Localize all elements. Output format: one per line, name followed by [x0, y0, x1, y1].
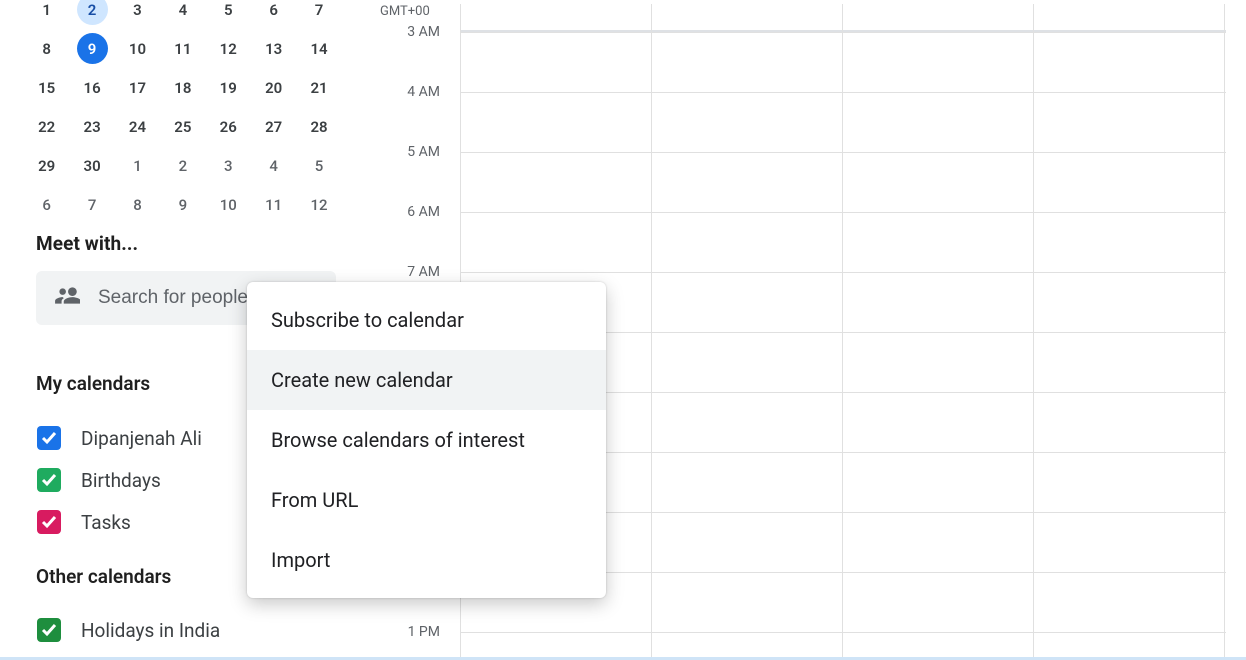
mini-cal-day[interactable]: 12	[296, 185, 341, 224]
mini-cal-day[interactable]: 7	[296, 0, 341, 29]
mini-cal-day[interactable]: 5	[296, 146, 341, 185]
mini-cal-day[interactable]: 17	[115, 68, 160, 107]
mini-calendar[interactable]: 1234567891011121314151617181920212223242…	[24, 0, 342, 224]
mini-cal-day[interactable]: 4	[160, 0, 205, 29]
mini-cal-day[interactable]: 24	[115, 107, 160, 146]
mini-cal-day[interactable]: 30	[69, 146, 114, 185]
day-separator	[651, 4, 652, 660]
mini-cal-day[interactable]: 19	[206, 68, 251, 107]
mini-cal-day[interactable]: 16	[69, 68, 114, 107]
mini-cal-day[interactable]: 10	[115, 29, 160, 68]
mini-cal-day[interactable]: 21	[296, 68, 341, 107]
hour-label: 1 PM	[408, 624, 440, 640]
day-separator	[1224, 4, 1225, 660]
checkbox-icon	[37, 510, 61, 534]
day-separator	[842, 4, 843, 660]
calendar-item[interactable]: Birthdays	[37, 468, 161, 492]
mini-cal-day[interactable]: 28	[296, 107, 341, 146]
mini-cal-day[interactable]: 9	[69, 29, 114, 68]
mini-cal-day[interactable]: 10	[206, 185, 251, 224]
checkbox-icon	[37, 468, 61, 492]
menu-item[interactable]: Create new calendar	[247, 350, 606, 410]
mini-cal-day[interactable]: 12	[206, 29, 251, 68]
mini-cal-day[interactable]: 4	[251, 146, 296, 185]
hour-line	[460, 272, 1226, 273]
mini-cal-day[interactable]: 5	[206, 0, 251, 29]
mini-cal-day[interactable]: 18	[160, 68, 205, 107]
hour-label: 3 AM	[407, 24, 440, 40]
mini-cal-day[interactable]: 20	[251, 68, 296, 107]
mini-cal-day[interactable]: 3	[115, 0, 160, 29]
timezone-label: GMT+00	[380, 4, 430, 19]
calendar-item[interactable]: Dipanjenah Ali	[37, 426, 202, 450]
hour-line	[460, 632, 1226, 633]
calendar-item[interactable]: Holidays in India	[37, 618, 220, 642]
calendar-item-label: Holidays in India	[81, 619, 220, 642]
mini-cal-day[interactable]: 15	[24, 68, 69, 107]
mini-cal-day[interactable]: 2	[160, 146, 205, 185]
mini-cal-day[interactable]: 29	[24, 146, 69, 185]
other-calendars-heading[interactable]: Other calendars	[36, 565, 171, 588]
hour-label: 5 AM	[407, 144, 440, 160]
calendar-item-label: Birthdays	[81, 469, 161, 492]
mini-cal-day[interactable]: 11	[251, 185, 296, 224]
mini-cal-day[interactable]: 8	[115, 185, 160, 224]
add-calendar-menu: Subscribe to calendarCreate new calendar…	[247, 282, 606, 598]
hour-line	[460, 212, 1226, 213]
mini-cal-day[interactable]: 1	[24, 0, 69, 29]
calendar-item-label: Tasks	[81, 511, 131, 534]
mini-cal-day[interactable]: 25	[160, 107, 205, 146]
menu-item[interactable]: From URL	[247, 470, 606, 530]
mini-cal-day[interactable]: 14	[296, 29, 341, 68]
mini-cal-day[interactable]: 27	[251, 107, 296, 146]
mini-cal-day[interactable]: 7	[69, 185, 114, 224]
hour-line	[460, 152, 1226, 153]
people-icon	[54, 283, 80, 313]
calendar-item-label: Dipanjenah Ali	[81, 427, 202, 450]
mini-cal-day[interactable]: 23	[69, 107, 114, 146]
mini-cal-day[interactable]: 26	[206, 107, 251, 146]
mini-cal-day[interactable]: 13	[251, 29, 296, 68]
hour-line	[460, 92, 1226, 93]
day-separator	[1033, 4, 1034, 660]
mini-cal-day[interactable]: 6	[24, 185, 69, 224]
mini-cal-day[interactable]: 11	[160, 29, 205, 68]
checkbox-icon	[37, 426, 61, 450]
mini-cal-day[interactable]: 3	[206, 146, 251, 185]
menu-item[interactable]: Browse calendars of interest	[247, 410, 606, 470]
hour-line	[460, 32, 1226, 33]
mini-cal-day[interactable]: 8	[24, 29, 69, 68]
mini-cal-day[interactable]: 2	[69, 0, 114, 29]
mini-cal-day[interactable]: 22	[24, 107, 69, 146]
hour-label: 7 AM	[407, 264, 440, 280]
my-calendars-heading[interactable]: My calendars	[36, 372, 150, 395]
hour-label: 4 AM	[407, 84, 440, 100]
mini-cal-day[interactable]: 6	[251, 0, 296, 29]
calendar-item[interactable]: Tasks	[37, 510, 131, 534]
menu-item[interactable]: Subscribe to calendar	[247, 290, 606, 350]
meet-with-heading: Meet with...	[36, 232, 138, 255]
mini-cal-day[interactable]: 1	[115, 146, 160, 185]
checkbox-icon	[37, 618, 61, 642]
menu-item[interactable]: Import	[247, 530, 606, 590]
mini-cal-day[interactable]: 9	[160, 185, 205, 224]
hour-label: 6 AM	[407, 204, 440, 220]
